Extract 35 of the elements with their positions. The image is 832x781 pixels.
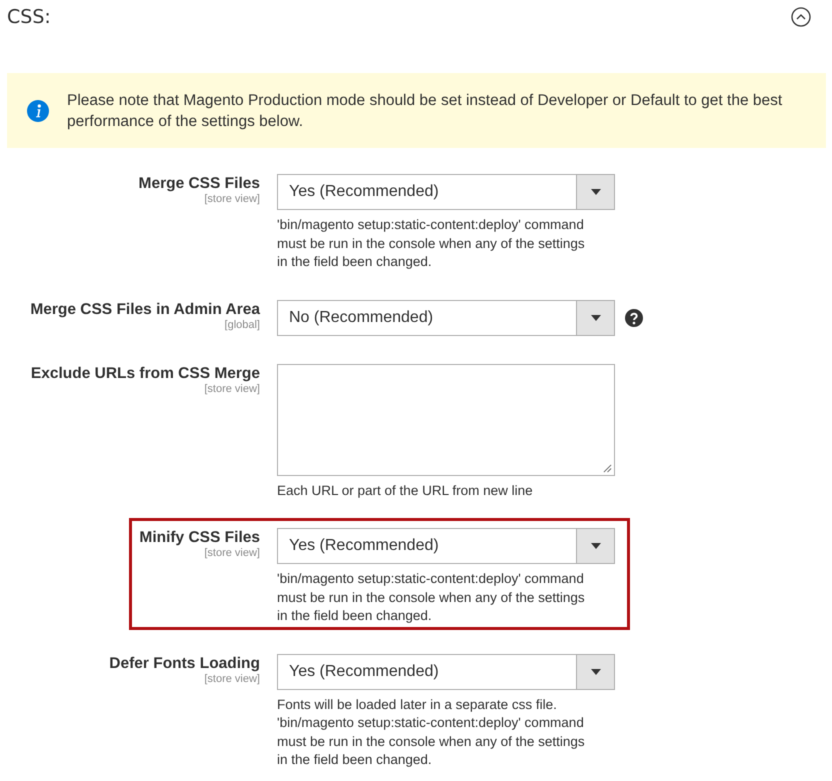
field-label: Exclude URLs from CSS Merge (30, 364, 260, 382)
info-icon (27, 100, 49, 122)
note-text: must be run in the console when any of the settings (277, 588, 585, 607)
note-text: 'bin/magento setup:static-content:deploy' command (277, 570, 584, 588)
field-label: Defer Fonts Loading (109, 654, 260, 672)
caret-icon (590, 668, 600, 674)
note-text: in the field been changed. (277, 253, 432, 271)
note-text: Fonts will be loaded later in a separate css file. (277, 696, 557, 714)
collapse-icon[interactable] (791, 7, 811, 27)
caret-icon (590, 189, 600, 195)
scope-label: [store view] (204, 547, 260, 560)
caret-icon (590, 543, 600, 549)
field-label: Merge CSS Files in Admin Area (30, 300, 260, 318)
dropdown[interactable]: Yes (Recommended) (277, 528, 615, 564)
note-text: 'bin/magento setup:static-content:deploy' command (277, 216, 584, 234)
field-label: Minify CSS Files (139, 529, 260, 547)
dropdown[interactable]: Yes (Recommended) (277, 174, 615, 210)
scope-label: [global] (224, 318, 260, 332)
note-text: in the field been changed. (277, 751, 432, 769)
notice-text: Please note that Magento Production mode should be set instead of Developer or Default to get the best performance of the settings below. (67, 90, 784, 132)
scope-label: [store view] (204, 382, 260, 396)
scope-label: [store view] (204, 193, 260, 206)
note-text: 'bin/magento setup:static-content:deploy' command (277, 714, 584, 732)
dropdown[interactable]: No (Recommended) (277, 300, 615, 336)
caret-icon (590, 314, 600, 320)
section-title: CSS: (7, 6, 51, 28)
note-text: must be run in the console when any of the settings (277, 234, 585, 253)
note-text: in the field been changed. (277, 607, 432, 625)
scope-label: [store view] (204, 672, 260, 686)
resize-grip-icon[interactable] (603, 464, 612, 472)
help-icon[interactable] (625, 308, 643, 326)
dropdown[interactable]: Yes (Recommended) (277, 654, 615, 690)
note-text: Each URL or part of the URL from new line (277, 482, 533, 500)
note-text: must be run in the console when any of the settings (277, 732, 585, 751)
field-label: Merge CSS Files (138, 175, 260, 193)
